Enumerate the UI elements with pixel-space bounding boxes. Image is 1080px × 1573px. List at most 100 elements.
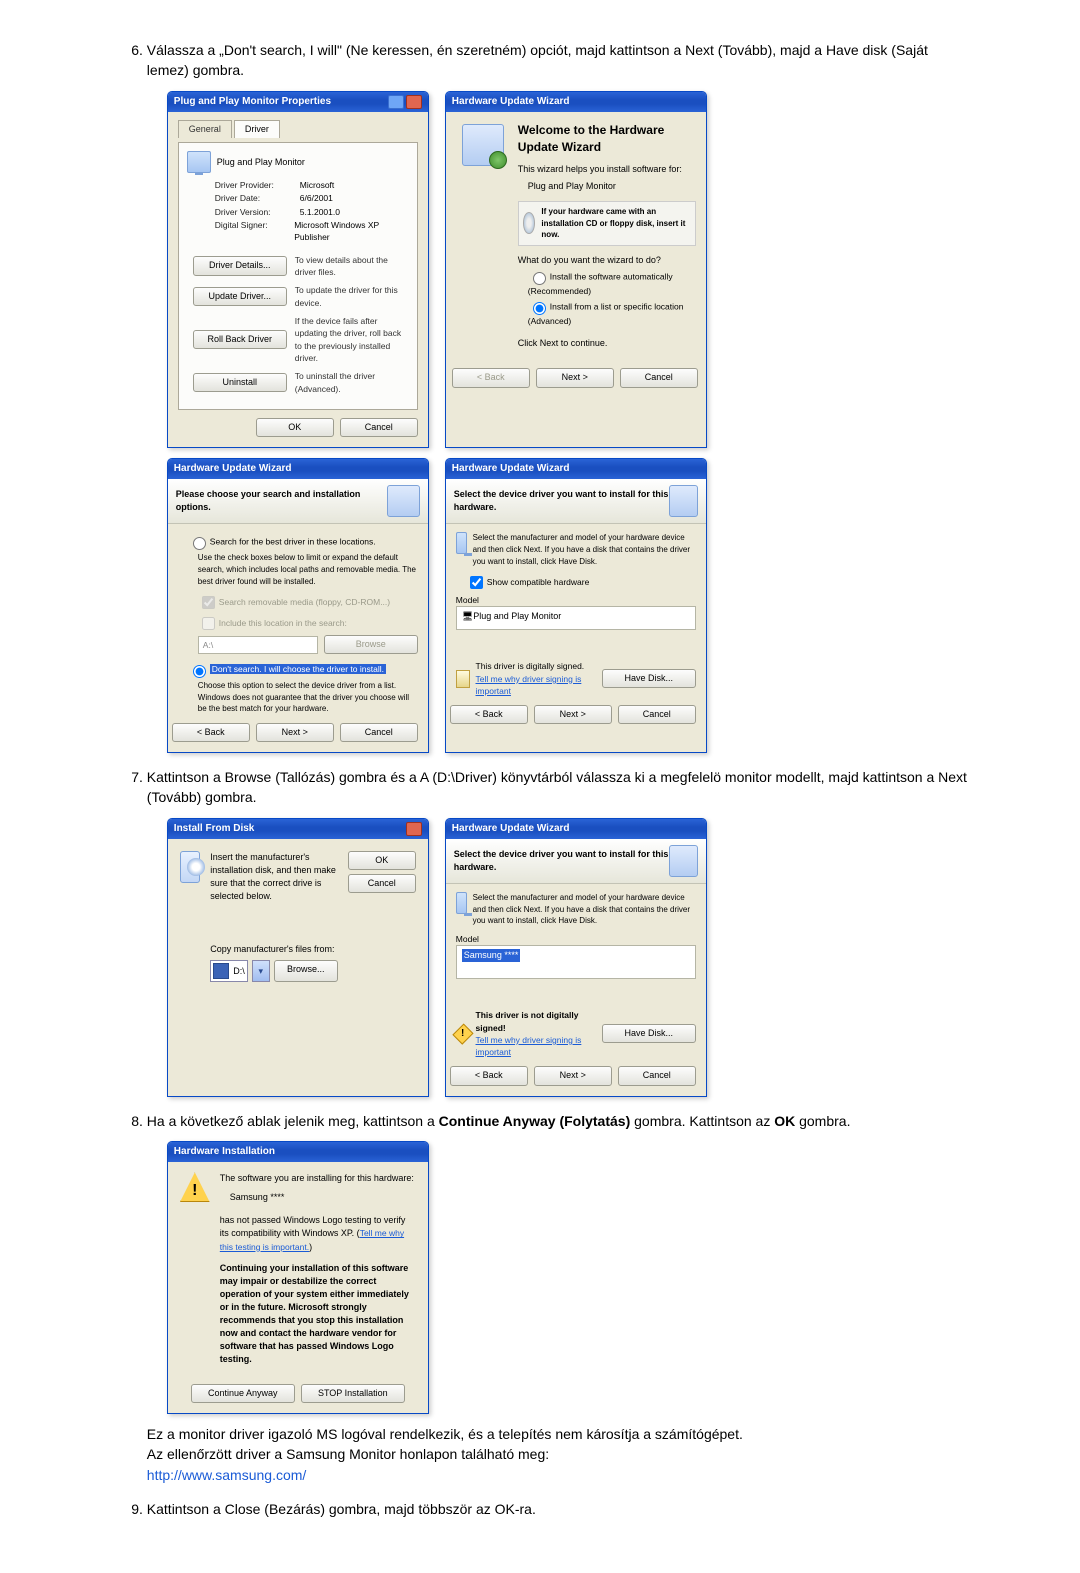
path-field: A:\ xyxy=(198,636,318,654)
wizard-select-signed-window: Hardware Update Wizard Select the device… xyxy=(445,458,707,753)
hardware-installation-title: Hardware Installation xyxy=(174,1145,275,1160)
warning-icon xyxy=(180,1172,210,1202)
wizard-devicename: Plug and Play Monitor xyxy=(528,180,696,193)
browse-button[interactable]: Browse... xyxy=(274,960,338,982)
monitor-icon xyxy=(456,892,467,914)
cancel-button[interactable]: Cancel xyxy=(340,418,418,437)
monitor-name: Plug and Play Monitor xyxy=(217,156,305,169)
model-list[interactable]: 🖥 Plug and Play Monitor xyxy=(456,606,696,630)
rollback-driver-desc: If the device fails after updating the d… xyxy=(295,315,409,364)
check-include-location-label: Include this location in the search: xyxy=(219,618,347,628)
cancel-button[interactable]: Cancel xyxy=(340,723,418,742)
wizard-search-title: Hardware Update Wizard xyxy=(174,462,292,477)
step-8-text-d: OK xyxy=(774,1113,795,1129)
wizard-select-sub: Select the device driver you want to ins… xyxy=(454,488,669,514)
install-from-disk-title: Install From Disk xyxy=(174,822,255,837)
model-item[interactable]: Plug and Play Monitor xyxy=(473,611,561,621)
radio-dont-search-label: Don't search. I will choose the driver t… xyxy=(210,664,386,674)
install-from-disk-window: Install From Disk Insert the manufacture… xyxy=(167,818,429,1097)
model-list[interactable]: Samsung **** xyxy=(456,945,696,979)
have-disk-button[interactable]: Have Disk... xyxy=(602,669,696,688)
cancel-button[interactable]: Cancel xyxy=(620,368,698,387)
signing-link[interactable]: Tell me why driver signing is important xyxy=(476,1034,596,1059)
select-hint: Select the manufacturer and model of you… xyxy=(473,532,696,567)
signer-value: Microsoft Windows XP Publisher xyxy=(294,219,409,244)
radio-list[interactable] xyxy=(533,302,546,315)
wizard-step-icon xyxy=(387,485,419,517)
step-8-text-c: gombra. Kattintson az xyxy=(630,1113,774,1129)
uninstall-button[interactable]: Uninstall xyxy=(193,373,287,392)
step-8: Ha a következő ablak jelenik meg, kattin… xyxy=(147,1111,970,1485)
model-item-selected[interactable]: Samsung **** xyxy=(462,949,521,962)
cancel-button[interactable]: Cancel xyxy=(348,874,416,893)
back-button[interactable]: < Back xyxy=(172,723,250,742)
disk-icon xyxy=(180,851,200,883)
cancel-button[interactable]: Cancel xyxy=(618,1066,696,1085)
update-driver-desc: To update the driver for this device. xyxy=(295,284,409,309)
back-button[interactable]: < Back xyxy=(450,705,528,724)
uninstall-desc: To uninstall the driver (Advanced). xyxy=(295,370,409,395)
radio-list-label: Install from a list or specific location… xyxy=(528,301,684,326)
back-button: < Back xyxy=(452,368,530,387)
close-icon[interactable] xyxy=(406,95,422,109)
model-label: Model xyxy=(456,933,696,945)
hw-device: Samsung **** xyxy=(230,1191,416,1204)
samsung-url[interactable]: http://www.samsung.com/ xyxy=(147,1465,970,1485)
step-8-post1: Ez a monitor driver igazoló MS logóval r… xyxy=(147,1424,970,1444)
radio-search-best[interactable] xyxy=(193,537,206,550)
wizard-select-title: Hardware Update Wizard xyxy=(452,822,570,837)
drive-select[interactable]: D:\ xyxy=(210,960,248,982)
wizard-welcome-window: Hardware Update Wizard Welcome to the Ha… xyxy=(445,91,707,448)
dropdown-arrow-icon[interactable] xyxy=(252,960,270,982)
step-8-text-b: Continue Anyway (Folytatás) xyxy=(439,1113,631,1129)
wizard-welcome-title: Hardware Update Wizard xyxy=(452,95,570,110)
help-icon[interactable] xyxy=(388,95,404,109)
version-label: Driver Version: xyxy=(215,206,300,218)
close-icon[interactable] xyxy=(406,822,422,836)
certificate-icon xyxy=(456,670,470,688)
next-button[interactable]: Next > xyxy=(256,723,334,742)
wizard-icon xyxy=(462,124,504,166)
ok-button[interactable]: OK xyxy=(348,851,416,870)
back-button[interactable]: < Back xyxy=(450,1066,528,1085)
step-7: Kattintson a Browse (Tallózás) gombra és… xyxy=(147,767,970,1096)
signer-label: Digital Signer: xyxy=(215,219,294,244)
radio-dont-search[interactable] xyxy=(193,665,206,678)
tab-general[interactable]: General xyxy=(178,120,232,138)
update-driver-button[interactable]: Update Driver... xyxy=(193,287,287,306)
cd-icon xyxy=(523,212,536,234)
have-disk-button[interactable]: Have Disk... xyxy=(602,1024,696,1043)
tab-driver[interactable]: Driver xyxy=(234,120,280,138)
stop-installation-button[interactable]: STOP Installation xyxy=(301,1384,405,1403)
monitor-icon xyxy=(456,532,467,554)
monitor-properties-title: Plug and Play Monitor Properties xyxy=(174,95,331,110)
wizard-heading: Welcome to the Hardware Update Wizard xyxy=(518,122,696,157)
monitor-properties-window: Plug and Play Monitor Properties General… xyxy=(167,91,429,448)
radio-auto-label: Install the software automatically (Reco… xyxy=(528,271,673,296)
next-button[interactable]: Next > xyxy=(534,705,612,724)
check-show-compatible[interactable] xyxy=(470,576,483,589)
wizard-search-sub: Please choose your search and installati… xyxy=(176,488,388,514)
driver-details-button[interactable]: Driver Details... xyxy=(193,256,287,275)
drive-value: D:\ xyxy=(233,965,245,978)
rollback-driver-button[interactable]: Roll Back Driver xyxy=(193,330,287,349)
cancel-button[interactable]: Cancel xyxy=(618,705,696,724)
wizard-p1: This wizard helps you install software f… xyxy=(518,163,696,176)
version-value: 5.1.2001.0 xyxy=(300,206,340,218)
hardware-installation-window: Hardware Installation The software you a… xyxy=(167,1141,429,1414)
browse-button-disabled: Browse xyxy=(324,635,418,654)
signing-link[interactable]: Tell me why driver signing is important xyxy=(476,673,596,698)
radio-auto[interactable] xyxy=(533,272,546,285)
wizard-clicknext: Click Next to continue. xyxy=(518,337,696,350)
wizard-step-icon xyxy=(669,485,698,517)
wizard-search-window: Hardware Update Wizard Please choose you… xyxy=(167,458,429,753)
wizard-select-sub: Select the device driver you want to ins… xyxy=(454,848,669,874)
next-button[interactable]: Next > xyxy=(536,368,614,387)
continue-anyway-button[interactable]: Continue Anyway xyxy=(191,1384,295,1403)
step-9-text: Kattintson a Close (Bezárás) gombra, maj… xyxy=(147,1501,536,1517)
ok-button[interactable]: OK xyxy=(256,418,334,437)
cd-hint: If your hardware came with an installati… xyxy=(541,206,690,241)
copy-from-label: Copy manufacturer's files from: xyxy=(210,943,338,956)
hw-warning: Continuing your installation of this sof… xyxy=(220,1262,416,1366)
next-button[interactable]: Next > xyxy=(534,1066,612,1085)
